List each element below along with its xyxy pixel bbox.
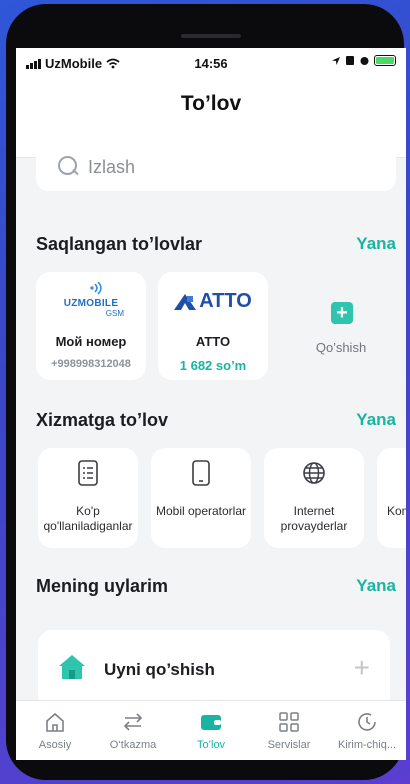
tab-services[interactable]: Servislar [250,701,328,760]
saved-card-atto[interactable]: ATTO ATTO 1 682 so’m [158,272,268,380]
saved-name: Мой номер [55,334,127,349]
tab-transfer[interactable]: O‘tkazma [94,701,172,760]
page-title: To’lov [180,92,242,115]
speaker-bar [181,34,241,38]
saved-more-link[interactable]: Yana [356,234,396,254]
add-saved-payment-button[interactable]: + Qo’shish [286,272,396,380]
tab-home[interactable]: Asosiy [16,701,94,760]
plus-icon: + [331,302,353,324]
service-label: Mobil operatorlar [155,504,247,518]
add-home-button[interactable]: Uyni qo’shish + [38,630,390,710]
plus-icon: + [353,652,370,683]
service-card-mobile[interactable]: Mobil operatorlar [151,448,251,548]
saved-card-uzmobile[interactable]: UZMOBILE GSM Мой номер +998998312048 [36,272,146,380]
services-title: Xizmatga to’lov [36,410,169,430]
service-label: Ko'p qo'llaniladiganlar [43,504,133,533]
services-more-link[interactable]: Yana [356,410,396,430]
phone-frame: UzMobile 14:56 To’lov Saqlangan to’lovla… [6,4,406,780]
tab-label: O‘tkazma [109,739,157,751]
search-input[interactable] [88,156,368,178]
location-icon [332,56,340,65]
transfer-icon [123,713,143,731]
saved-name: ATTO [195,334,231,349]
service-card-utilities[interactable]: Kom xiz [377,448,406,548]
uzmobile-logo: UZMOBILE GSM [36,281,146,327]
tab-label: Asosiy [38,739,72,751]
tab-payment[interactable]: To’lov [172,701,250,760]
battery-icon [374,55,396,66]
grid-icon [279,712,299,732]
home-outline-icon [46,712,64,732]
homes-more-link[interactable]: Yana [356,576,396,596]
search-box[interactable] [36,143,396,191]
wallet-icon [201,715,221,730]
globe-icon [303,462,325,484]
tab-history[interactable]: Kirim-chiq... [328,701,406,760]
tab-label: Kirim-chiq... [337,739,397,751]
house-icon [59,655,85,679]
app-screen: UzMobile 14:56 To’lov Saqlangan to’lovla… [16,48,406,760]
add-home-label: Uyni qo’shish [104,660,215,679]
tab-label: Servislar [267,739,311,751]
bottom-tab-bar: Asosiy O‘tkazma To’lov Servislar Kirim-c… [16,700,406,760]
service-card-frequent[interactable]: Ko'p qo'llaniladiganlar [38,448,138,548]
history-icon [358,713,376,731]
saved-balance: 1 682 so’m [179,358,247,373]
tab-label: To’lov [196,739,226,751]
add-saved-label: Qo’shish [315,340,367,355]
homes-title: Mening uylarim [36,576,169,596]
search-icon [58,156,80,178]
saved-phone: +998998312048 [51,358,131,370]
status-bar: UzMobile 14:56 [16,48,406,78]
alarm-icon [360,57,369,65]
service-label: Internet provayderlar [280,504,348,533]
service-label: Kom xiz [387,504,406,518]
atto-logo: ATTO [158,290,268,313]
list-icon [78,460,98,486]
status-icons [331,55,396,66]
phone-icon [192,460,210,486]
sim-icon [346,56,354,65]
service-card-internet[interactable]: Internet provayderlar [264,448,364,548]
saved-payments-title: Saqlangan to’lovlar [36,234,203,254]
